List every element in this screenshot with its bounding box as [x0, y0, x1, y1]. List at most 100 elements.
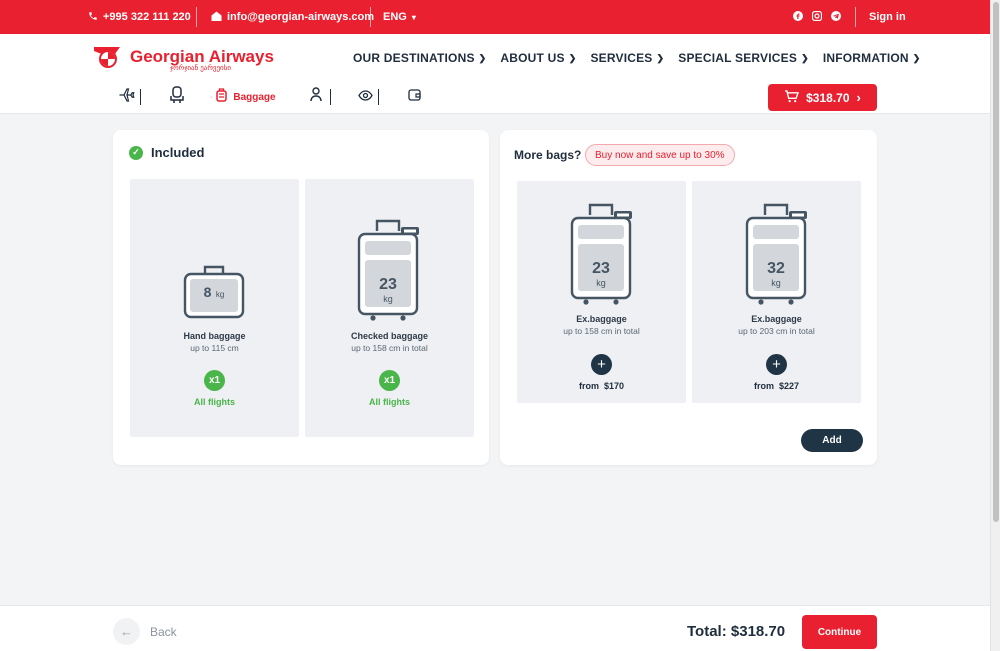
bag-title: Ex.baggage [751, 314, 802, 324]
step-review[interactable] [358, 86, 379, 108]
nav-about-us[interactable]: ABOUT US ❯ [500, 51, 576, 65]
instagram-icon[interactable] [811, 10, 823, 24]
top-bar: +995 322 111 220 info@georgian-airways.c… [0, 0, 990, 34]
step-divider [378, 89, 379, 105]
price-prefix: from [578, 381, 599, 391]
extra-bag-23-box: 23 kg Ex.baggage up to 158 cm in total +… [517, 181, 686, 403]
bag-size: up to 158 cm in total [563, 326, 640, 336]
nav-services[interactable]: SERVICES ❯ [590, 51, 664, 65]
step-payment[interactable] [408, 86, 421, 108]
plane-icon [118, 87, 136, 108]
facebook-icon[interactable] [793, 10, 803, 24]
passenger-icon [310, 87, 322, 107]
nav-information[interactable]: INFORMATION ❯ [823, 51, 921, 65]
bag-unit: kg [596, 278, 606, 288]
cart-button[interactable]: $318.70 › [768, 84, 877, 111]
phone-number: +995 322 111 220 [103, 11, 191, 23]
nav-label: ABOUT US [500, 51, 565, 65]
sign-in-link[interactable]: Sign in [869, 0, 906, 34]
bag-unit: kg [383, 294, 393, 304]
bag-title: Ex.baggage [576, 314, 627, 324]
plus-icon: + [772, 356, 781, 373]
more-bags-title: More bags? [514, 148, 582, 162]
main-nav: OUR DESTINATIONS ❯ ABOUT US ❯ SERVICES ❯ SP… [353, 51, 935, 65]
bag-price: from $170 [517, 381, 686, 391]
logo-mark-icon [92, 46, 124, 75]
bag-weight-label: 32 kg [751, 261, 801, 288]
included-card: ✓ Included 8 kg Hand baggage up to 115 c… [113, 130, 489, 465]
bag-flights-note: All flights [194, 397, 235, 407]
arrow-left-icon: ← [113, 618, 140, 645]
add-bag-button[interactable]: + [591, 354, 612, 375]
bag-title: Checked baggage [350, 331, 429, 341]
email-link[interactable]: info@georgian-airways.com [211, 0, 374, 34]
logo[interactable]: Georgian Airways ჯორჯიან ეარვეისი [92, 46, 274, 75]
back-button[interactable]: ← Back [113, 618, 177, 645]
step-label: Baggage [233, 91, 276, 103]
bag-quantity-badge: x1 [204, 370, 225, 391]
step-passengers[interactable] [310, 86, 331, 108]
bag-flights-note: All flights [369, 397, 410, 407]
bag-unit: kg [215, 290, 225, 299]
bag-unit: kg [771, 278, 781, 288]
site-header: Georgian Airways ჯორჯიან ეარვეისი OUR DE… [0, 34, 990, 114]
telegram-icon[interactable] [831, 10, 841, 24]
nav-special-services[interactable]: SPECIAL SERVICES ❯ [678, 51, 809, 65]
check-icon: ✓ [129, 145, 143, 160]
step-baggage[interactable]: · Baggage [210, 86, 276, 108]
step-divider [140, 89, 141, 105]
chevron-down-icon: ❯ [478, 52, 487, 63]
bag-size: up to 115 cm [190, 343, 239, 353]
scrollbar-thumb[interactable] [993, 2, 999, 522]
nav-label: OUR DESTINATIONS [353, 51, 475, 65]
hand-baggage-box: 8 kg Hand baggage up to 115 cm x1 All fl… [130, 179, 299, 437]
add-button[interactable]: Add [801, 429, 863, 452]
bag-weight-label: 23 kg [576, 261, 626, 288]
bag-title: Hand baggage [183, 331, 246, 341]
seat-icon [170, 85, 184, 109]
nav-label: INFORMATION [822, 51, 909, 65]
review-icon [358, 88, 373, 106]
scrollbar[interactable] [990, 0, 1000, 651]
chevron-right-icon: › [856, 90, 861, 105]
bag-weight-label: 8 kg [183, 284, 245, 302]
nav-label: SERVICES [590, 51, 653, 65]
total-price: Total: $318.70 [687, 623, 785, 640]
add-bag-button[interactable]: + [766, 354, 787, 375]
chevron-down-icon: ❯ [568, 52, 577, 63]
extra-bag-icon [745, 203, 810, 310]
cart-icon [784, 89, 800, 106]
step-divider [330, 89, 331, 105]
sign-in-label: Sign in [869, 11, 906, 23]
bag-quantity-badge: x1 [379, 370, 400, 391]
home-icon [211, 10, 222, 24]
cart-amount: $318.70 [806, 90, 850, 105]
price-value: $227 [778, 381, 800, 391]
step-seats[interactable] [170, 85, 184, 109]
nav-label: SPECIAL SERVICES [678, 51, 798, 65]
footer-bar: ← Back Total: $318.70 Continue [0, 605, 990, 651]
phone-link[interactable]: +995 322 111 220 [88, 0, 191, 34]
chevron-down-icon: ▾ [411, 12, 416, 22]
nav-our-destinations[interactable]: OUR DESTINATIONS ❯ [353, 51, 486, 65]
language-select[interactable]: ENG ▾ [383, 0, 416, 34]
bag-weight: 23 [379, 276, 397, 293]
bag-weight: 32 [767, 260, 785, 277]
bag-size: up to 158 cm in total [351, 343, 428, 353]
included-title: Included [151, 145, 205, 160]
promo-badge: Buy now and save up to 30% [585, 144, 735, 166]
continue-button[interactable]: Continue [802, 615, 877, 649]
plus-icon: + [597, 356, 606, 373]
language-value: ENG [383, 11, 407, 23]
total-value: $318.70 [730, 623, 786, 640]
divider [855, 7, 856, 27]
bag-weight: 8 [203, 284, 212, 300]
step-flights[interactable] [118, 86, 141, 108]
extra-bag-32-box: 32 kg Ex.baggage up to 203 cm in total +… [692, 181, 861, 403]
email-address: info@georgian-airways.com [227, 11, 375, 23]
chevron-down-icon: ❯ [801, 52, 809, 63]
price-value: $170 [603, 381, 625, 391]
step-dot: · [210, 93, 213, 101]
back-label: Back [150, 624, 177, 639]
bag-size: up to 203 cm in total [738, 326, 815, 336]
